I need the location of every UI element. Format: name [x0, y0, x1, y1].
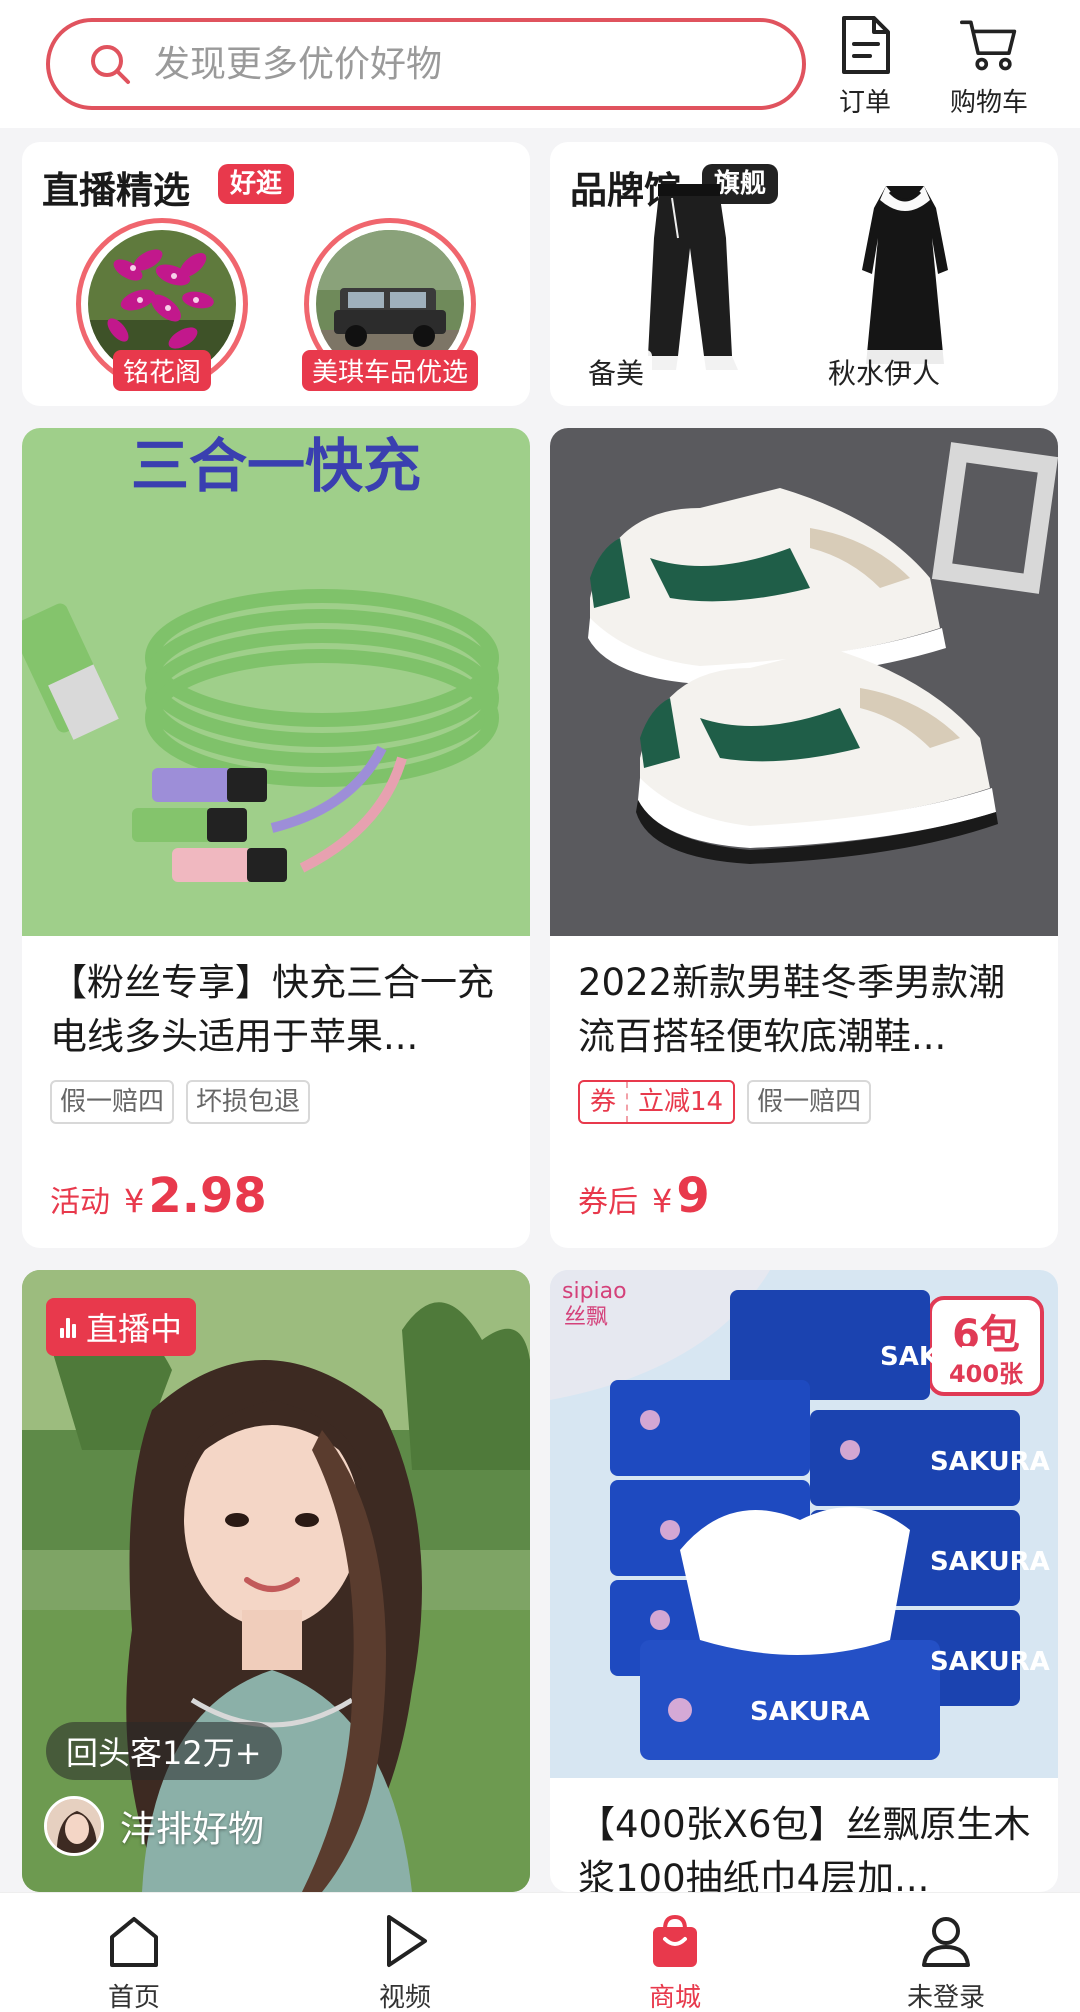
service-tag: 假一赔四	[50, 1080, 175, 1124]
product-title: 2022新款男鞋冬季男款潮流百搭轻便软底潮鞋...	[578, 961, 1006, 1058]
price-tag: 活动	[50, 1185, 110, 1220]
coupon-tag[interactable]: 券 立减14	[578, 1080, 736, 1124]
streamer-avatar-1[interactable]: 铭花阁	[76, 218, 248, 391]
service-tags: 券 立减14 假一赔四	[578, 1080, 872, 1124]
image-product-label: SAKURA	[930, 1647, 1050, 1677]
product-title: 【粉丝专享】快充三合一充电线多头适用于苹果...	[50, 961, 494, 1058]
product-image	[550, 428, 1058, 936]
brand-item-2[interactable]: 秋水伊人	[800, 178, 1000, 394]
currency-symbol: ¥	[652, 1182, 673, 1220]
avatar	[44, 1796, 104, 1856]
product-title: 【400张X6包】丝飘原生木浆100抽纸巾4层加...	[578, 1803, 1031, 1892]
nav-label: 首页	[107, 1983, 160, 2012]
nav-mall[interactable]: 商城	[605, 1911, 745, 2012]
image-brand-cn-text: 丝飘	[564, 1305, 608, 1330]
currency-symbol: ¥	[124, 1182, 145, 1220]
nav-video[interactable]: 视频	[335, 1911, 475, 2012]
image-product-label: SAKURA	[880, 1342, 1000, 1372]
live-badge: 直播中	[46, 1298, 197, 1356]
image-headline-text: 三合一快充	[131, 432, 421, 500]
search-icon	[91, 45, 130, 84]
orders-label: 订单	[838, 88, 891, 118]
live-selection-badge: 好逛	[218, 164, 295, 204]
cart-label: 购物车	[949, 88, 1028, 118]
pants-image	[644, 184, 738, 370]
brand-name: 备美	[580, 350, 653, 394]
image-product-label: SAKURA	[930, 1547, 1050, 1577]
live-selection-card[interactable]: 直播精选 好逛 铭花阁 美琪车品优选	[22, 142, 530, 406]
play-icon	[387, 1915, 427, 1967]
host-info[interactable]: 沣排好物	[44, 1796, 264, 1856]
product-image: sipiao 丝飘 6包 400张 SAKURA SAKURA SAKURA S…	[550, 1270, 1058, 1778]
order-document-icon	[842, 16, 890, 74]
coupon-text: 立减14	[626, 1082, 733, 1122]
streamer-name: 铭花阁	[112, 350, 212, 391]
price-value: 2.98	[148, 1168, 267, 1224]
user-icon	[922, 1917, 970, 1967]
product-card-charging-cable[interactable]: 三合一快充 【粉丝专享】快充三合一充电线多头适用于苹果... 假一赔四 坏损包退…	[22, 428, 530, 1248]
search-bar[interactable]	[46, 18, 806, 110]
service-tags: 假一赔四 坏损包退	[50, 1080, 311, 1124]
coupon-label: 券	[590, 1087, 617, 1117]
product-price: 活动 ¥ 2.98	[50, 1168, 267, 1224]
product-card-tissue[interactable]: sipiao 丝飘 6包 400张 SAKURA SAKURA SAKURA S…	[550, 1270, 1058, 1892]
product-image: 三合一快充	[22, 428, 530, 936]
price-tag: 券后	[578, 1185, 638, 1220]
image-product-label: SAKURA	[930, 1447, 1050, 1477]
service-tag: 假一赔四	[747, 1080, 872, 1124]
live-bars-icon	[60, 1316, 76, 1338]
bottom-navigation: 首页 视频 商城 未登录	[0, 1892, 1080, 2012]
shopping-cart-icon	[960, 20, 1017, 71]
streamer-avatar-2[interactable]: 美琪车品优选	[301, 218, 479, 391]
price-value: 9	[676, 1168, 710, 1224]
nav-label: 商城	[648, 1983, 701, 2012]
nav-label: 视频	[378, 1983, 431, 2012]
brand-item-1[interactable]: 备美	[580, 178, 780, 394]
image-brand-text: sipiao	[562, 1279, 627, 1304]
orders-button[interactable]: 订单	[810, 14, 920, 124]
product-price: 券后 ¥ 9	[578, 1168, 710, 1224]
dress-image	[862, 186, 948, 364]
brand-hall-card[interactable]: 品牌馆 旗舰 备美 秋水伊人	[550, 142, 1058, 406]
nav-label: 未登录	[906, 1983, 985, 2012]
nav-home[interactable]: 首页	[64, 1911, 204, 2012]
host-name: 沣排好物	[120, 1809, 265, 1850]
home-icon	[110, 1917, 158, 1967]
product-card-sneakers[interactable]: 2022新款男鞋冬季男款潮流百搭轻便软底潮鞋... 券 立减14 假一赔四 券后…	[550, 428, 1058, 1248]
image-product-label: SAKURA	[750, 1697, 870, 1727]
streamer-name: 美琪车品优选	[301, 350, 479, 391]
live-badge-text: 直播中	[86, 1310, 183, 1348]
brand-name: 秋水伊人	[820, 350, 949, 394]
header: 订单 购物车	[0, 0, 1080, 128]
shopping-bag-icon	[653, 1914, 697, 1967]
cart-button[interactable]: 购物车	[934, 14, 1044, 124]
search-input[interactable]	[154, 43, 754, 85]
repeat-customers-badge: 回头客12万+	[46, 1722, 282, 1780]
nav-profile[interactable]: 未登录	[876, 1911, 1016, 2012]
live-selection-title: 直播精选	[42, 169, 190, 212]
live-stream-card[interactable]: 直播中 回头客12万+ 沣排好物	[22, 1270, 530, 1892]
service-tag: 坏损包退	[186, 1080, 311, 1124]
